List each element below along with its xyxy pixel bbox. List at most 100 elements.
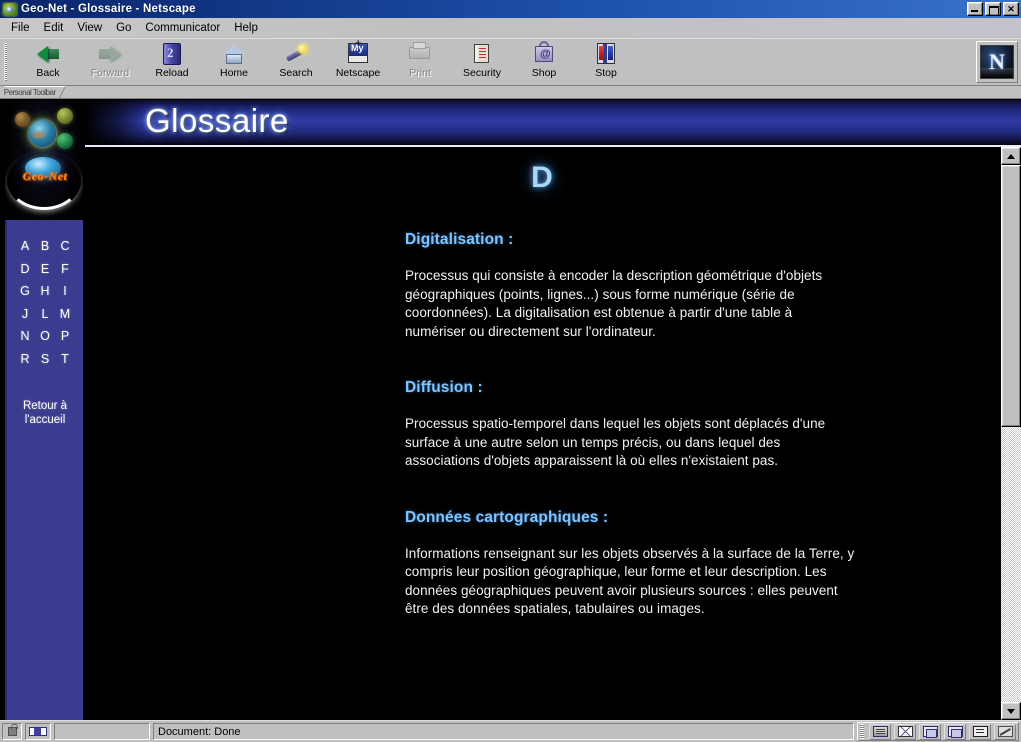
scrollbar-track[interactable] — [1001, 165, 1021, 702]
status-message: Document: Done — [153, 723, 854, 740]
menu-edit[interactable]: Edit — [37, 20, 71, 36]
forward-button[interactable]: Forward — [82, 39, 138, 85]
status-bar: Document: Done — [0, 720, 1021, 742]
stop-label: Stop — [595, 67, 617, 79]
letter-link-d[interactable]: D — [20, 262, 29, 276]
menu-help[interactable]: Help — [227, 20, 265, 36]
print-button[interactable]: Print — [392, 39, 448, 85]
geo-net-logo[interactable]: Geo-Net — [5, 100, 83, 220]
back-label: Back — [36, 67, 60, 79]
scrollbar-thumb[interactable] — [1001, 165, 1021, 427]
entry-definition: Processus qui consiste à encoder la desc… — [405, 268, 823, 339]
letter-link-n[interactable]: N — [20, 330, 29, 343]
search-button[interactable]: Search — [268, 39, 324, 85]
netscape-button[interactable]: + Netscape — [330, 39, 386, 85]
print-icon — [407, 41, 433, 67]
letter-link-f[interactable]: F — [61, 262, 69, 276]
shop-label: Shop — [531, 67, 557, 79]
connection-icon[interactable] — [25, 723, 51, 740]
alphabet-index: A B C D E F G H I J L M N O P R S T — [7, 220, 83, 365]
netscape-window: Geo-Net - Glossaire - Netscape ✕ File Ed… — [0, 0, 1021, 742]
letter-link-s[interactable]: S — [41, 352, 49, 366]
entry-term: Données cartographiques : — [405, 508, 609, 526]
menu-file[interactable]: File — [4, 20, 37, 36]
component-bar — [857, 722, 1019, 741]
address-book-icon[interactable] — [969, 723, 991, 740]
glossary-entry: Digitalisation : Processus qui consiste … — [405, 231, 1000, 341]
menu-go[interactable]: Go — [109, 20, 138, 36]
letter-link-p[interactable]: P — [61, 330, 69, 343]
letter-link-e[interactable]: E — [41, 262, 49, 276]
progress-meter — [54, 723, 150, 740]
stop-icon — [593, 41, 619, 67]
letter-link-c[interactable]: C — [60, 240, 69, 253]
security-lock-icon — [469, 41, 495, 67]
restore-button[interactable] — [985, 2, 1001, 16]
security-button[interactable]: Security — [454, 39, 510, 85]
menu-bar: File Edit View Go Communicator Help — [0, 18, 1021, 38]
minimize-button[interactable] — [967, 2, 983, 16]
composer-icon[interactable] — [994, 723, 1016, 740]
page-banner: Glossaire — [85, 100, 1021, 147]
letter-link-j[interactable]: J — [22, 307, 28, 321]
glossary-entry: Données cartographiques : Informations r… — [405, 509, 1000, 619]
planet-brown-icon — [15, 112, 30, 127]
entry-term: Diffusion : — [405, 379, 483, 396]
navigator-icon[interactable] — [869, 723, 891, 740]
letter-link-b[interactable]: B — [41, 240, 49, 253]
back-button[interactable]: Back — [20, 39, 76, 85]
toolbar-grip[interactable] — [0, 39, 10, 85]
alphabet-sidebar: A B C D E F G H I J L M N O P R S T Reto… — [5, 220, 83, 720]
forward-arrow-icon — [97, 41, 123, 67]
padlock-icon[interactable] — [2, 723, 22, 740]
reload-icon — [159, 41, 185, 67]
planet-green-icon — [57, 133, 73, 149]
page-canvas: Geo-Net A B C D E F G H I J L M N O P R … — [0, 99, 1021, 720]
menu-communicator[interactable]: Communicator — [138, 20, 227, 36]
letter-link-l[interactable]: L — [42, 307, 49, 321]
window-controls: ✕ — [967, 2, 1019, 16]
netscape-n-icon: N — [980, 45, 1014, 79]
letter-link-o[interactable]: O — [40, 330, 50, 343]
glossary-content: D Digitalisation : Processus qui consist… — [85, 147, 1021, 720]
letter-link-h[interactable]: H — [40, 285, 49, 298]
letter-link-g[interactable]: G — [20, 285, 30, 298]
scroll-up-button[interactable] — [1001, 147, 1021, 165]
close-button[interactable]: ✕ — [1003, 2, 1019, 16]
letter-link-t[interactable]: T — [61, 352, 69, 366]
personal-toolbar-tab[interactable]: Personal Toolbar — [0, 86, 67, 98]
scroll-down-button[interactable] — [1001, 702, 1021, 720]
planet-yellow-icon — [57, 108, 73, 124]
menu-view[interactable]: View — [70, 20, 109, 36]
home-link[interactable]: Retour à l'accueil — [7, 399, 83, 427]
vertical-scrollbar[interactable] — [1000, 147, 1021, 720]
personal-toolbar-label: Personal Toolbar — [3, 88, 56, 97]
back-arrow-icon — [35, 41, 61, 67]
component-bar-grip[interactable] — [860, 724, 864, 739]
letter-link-i[interactable]: I — [63, 285, 66, 298]
search-icon — [283, 41, 309, 67]
letter-link-m[interactable]: M — [60, 307, 70, 321]
reload-button[interactable]: Reload — [144, 39, 200, 85]
netscape-brand-button[interactable]: N — [976, 41, 1018, 83]
globe-main-icon — [29, 120, 56, 147]
window-title: Geo-Net - Glossaire - Netscape — [21, 3, 196, 15]
mailbox-icon[interactable] — [894, 723, 916, 740]
newsgroups-alt-icon[interactable] — [944, 723, 966, 740]
home-label: Home — [219, 67, 248, 79]
letter-heading: D — [531, 161, 554, 194]
shop-button[interactable]: Shop — [516, 39, 572, 85]
stop-button[interactable]: Stop — [578, 39, 634, 85]
glossary-entries: Digitalisation : Processus qui consiste … — [85, 195, 1000, 619]
newsgroups-icon[interactable] — [919, 723, 941, 740]
page-left-column: Geo-Net A B C D E F G H I J L M N O P R … — [0, 100, 85, 720]
letter-link-a[interactable]: A — [21, 240, 29, 253]
close-icon: ✕ — [1007, 3, 1015, 14]
logo-arc — [7, 152, 81, 210]
letter-link-r[interactable]: R — [20, 352, 29, 366]
entry-definition: Informations renseignant sur les objets … — [405, 545, 855, 617]
shop-bag-icon — [531, 41, 557, 67]
geonet-app-icon — [2, 2, 18, 17]
page-title: Glossaire — [145, 102, 289, 139]
home-button[interactable]: Home — [206, 39, 262, 85]
